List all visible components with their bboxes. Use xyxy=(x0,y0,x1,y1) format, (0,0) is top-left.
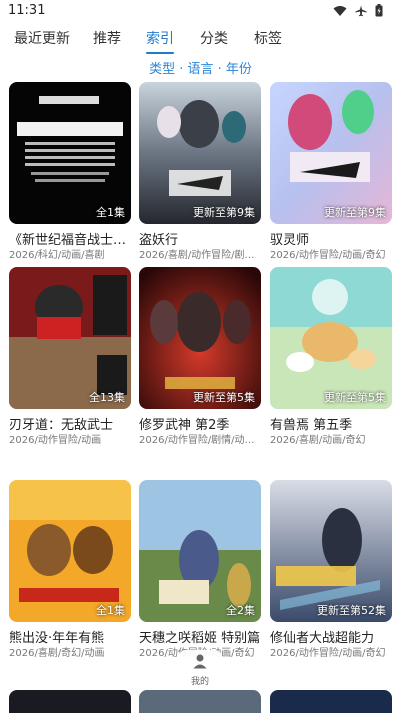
person-icon xyxy=(192,653,208,673)
episode-badge: 更新至第52集 xyxy=(317,604,386,617)
status-bar: 11:31 xyxy=(0,0,401,24)
poster-image: 更新至第9集 xyxy=(139,82,261,224)
episode-badge: 全13集 xyxy=(89,391,125,404)
poster-image: 更新至第52集 xyxy=(270,480,392,622)
card-meta: 2026/动作冒险/动画/奇幻 xyxy=(270,648,386,659)
wifi-icon xyxy=(333,5,347,17)
card-meta: 2026/科幻/动画/喜剧 xyxy=(9,250,105,261)
episode-badge: 全1集 xyxy=(96,206,125,219)
poster-image-partial[interactable] xyxy=(139,690,261,713)
poster-image: 更新至第5集 xyxy=(270,267,392,409)
card-meta: 2026/喜剧/奇幻/动画 xyxy=(9,648,105,659)
status-time: 11:31 xyxy=(8,3,46,18)
card-meta: 2026/动作冒险/剧情/动… xyxy=(139,435,255,446)
tab-category-label: 分类 xyxy=(200,31,228,47)
battery-icon xyxy=(375,4,383,17)
tab-index[interactable]: 索引 xyxy=(146,28,174,54)
poster-image: 全13集 xyxy=(9,267,131,409)
episode-badge: 更新至第9集 xyxy=(193,206,255,219)
episode-badge: 全1集 xyxy=(96,604,125,617)
poster-image: 更新至第9集 xyxy=(270,82,392,224)
poster-image-partial[interactable] xyxy=(9,690,131,713)
poster-image-partial[interactable] xyxy=(270,690,392,713)
status-icons xyxy=(333,4,383,17)
episode-badge: 更新至第9集 xyxy=(324,206,386,219)
filter-link[interactable]: 类型 · 语言 · 年份 xyxy=(0,58,401,77)
tab-recommend[interactable]: 推荐 xyxy=(93,28,121,48)
card-meta: 2026/动作冒险/动画 xyxy=(9,435,102,446)
airplane-icon xyxy=(355,5,367,17)
poster-image: 全1集 xyxy=(9,82,131,224)
tab-recommend-label: 推荐 xyxy=(93,31,121,47)
episode-badge: 全2集 xyxy=(226,604,255,617)
profile-button[interactable]: 我的 xyxy=(178,650,222,690)
tab-recent-label: 最近更新 xyxy=(14,31,70,47)
episode-badge: 更新至第5集 xyxy=(193,391,255,404)
episode-badge: 更新至第5集 xyxy=(324,391,386,404)
card-meta: 2026/动作冒险/动画/奇幻 xyxy=(270,250,386,261)
poster-image: 全2集 xyxy=(139,480,261,622)
active-tab-indicator xyxy=(146,52,174,54)
top-tabs: 最近更新 推荐 索引 分类 标签 xyxy=(0,24,401,54)
tab-tags[interactable]: 标签 xyxy=(254,28,282,48)
tab-recent[interactable]: 最近更新 xyxy=(14,28,70,48)
profile-label: 我的 xyxy=(190,677,209,687)
tab-tags-label: 标签 xyxy=(254,31,282,47)
card-meta: 2026/喜剧/动作冒险/剧… xyxy=(139,250,255,261)
poster-image: 更新至第5集 xyxy=(139,267,261,409)
tab-category[interactable]: 分类 xyxy=(200,28,228,48)
tab-index-label: 索引 xyxy=(146,31,174,47)
card-meta: 2026/喜剧/动画/奇幻 xyxy=(270,435,366,446)
poster-image: 全1集 xyxy=(9,480,131,622)
